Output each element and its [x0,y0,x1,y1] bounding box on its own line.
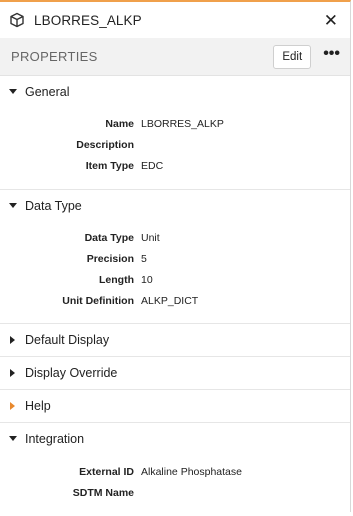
property-row-unit-definition: Unit Definition ALKP_DICT [0,291,350,312]
panel-header: LBORRES_ALKP ✕ [0,2,350,38]
property-value: 5 [141,252,147,265]
property-value: LBORRES_ALKP [141,117,224,130]
property-row-data-type: Data Type Unit [0,227,350,248]
property-row-sdtm-name: SDTM Name [0,482,350,503]
close-icon[interactable]: ✕ [322,12,340,29]
section-title: Default Display [25,333,110,348]
properties-panel: LBORRES_ALKP ✕ PROPERTIES Edit ••• Gener… [0,0,351,512]
section-title: Integration [25,432,85,447]
section-default-display: Default Display [0,324,350,358]
properties-bar: PROPERTIES Edit ••• [0,38,350,76]
caret-right-icon [9,369,17,378]
section-title: Data Type [25,198,82,213]
property-key: Description [76,138,134,151]
section-header-data-type[interactable]: Data Type [0,190,350,222]
section-integration: Integration External ID Alkaline Phospha… [0,423,350,516]
more-options-icon[interactable]: ••• [323,45,340,62]
property-row-external-id: External ID Alkaline Phosphatase [0,461,350,482]
section-header-integration[interactable]: Integration [0,423,350,455]
caret-down-icon [9,202,17,210]
property-key: Name [105,117,134,130]
section-header-help[interactable]: Help [0,390,350,422]
property-value: ALKP_DICT [141,295,199,308]
property-row-description: Description [0,134,350,155]
section-header-general[interactable]: General [0,76,350,108]
section-header-display-override[interactable]: Display Override [0,357,350,389]
edit-button[interactable]: Edit [273,44,312,69]
panel-title: LBORRES_ALKP [34,12,142,28]
property-row-name: Name LBORRES_ALKP [0,113,350,134]
property-value: Alkaline Phosphatase [141,465,242,478]
property-value: Unit [141,231,160,244]
property-value: 10 [141,274,153,287]
section-help: Help [0,390,350,424]
property-row-precision: Precision 5 [0,248,350,269]
section-header-default-display[interactable]: Default Display [0,324,350,356]
property-value: EDC [141,160,164,173]
section-data-type: Data Type Data Type Unit Precision 5 Len… [0,190,350,325]
cube-icon [9,12,25,28]
caret-down-icon [9,88,17,96]
property-key: SDTM Name [72,487,134,500]
property-key: Data Type [84,231,134,244]
caret-right-icon [9,402,17,411]
property-row-item-type: Item Type EDC [0,156,350,177]
section-title: Help [25,399,51,414]
property-row-length: Length 10 [0,269,350,290]
section-general: General Name LBORRES_ALKP Description It… [0,76,350,190]
section-title: Display Override [25,366,118,381]
section-display-override: Display Override [0,357,350,391]
caret-down-icon [9,435,17,443]
caret-right-icon [9,336,17,345]
property-key: Length [99,274,134,287]
properties-label: PROPERTIES [11,49,98,64]
section-title: General [25,85,70,99]
property-key: External ID [79,465,134,478]
property-key: Precision [86,252,134,265]
property-key: Unit Definition [62,295,134,308]
property-key: Item Type [85,160,134,173]
